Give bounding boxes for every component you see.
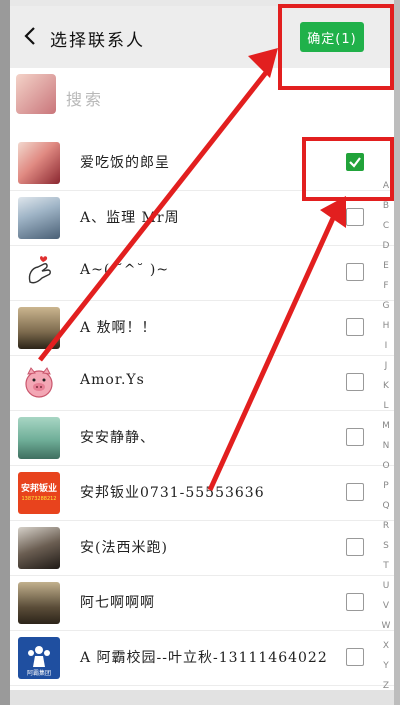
index-letter[interactable]: O (379, 456, 393, 476)
contact-checkbox[interactable] (346, 483, 364, 501)
contact-checkbox[interactable] (346, 648, 364, 666)
avatar-brand-text: 阿霸集团 (26, 670, 51, 677)
page-title: 选择联系人 (50, 31, 145, 51)
contact-row[interactable]: 安(法西米跑) (10, 521, 394, 576)
contact-checkbox[interactable] (346, 538, 364, 556)
index-letter[interactable]: W (379, 616, 393, 636)
device-frame-right (394, 0, 400, 705)
pig-icon (25, 367, 53, 398)
index-letter[interactable]: X (379, 636, 393, 656)
contact-row[interactable]: 安安静静、 (10, 411, 394, 466)
back-button[interactable] (18, 24, 42, 48)
index-letter[interactable]: P (379, 476, 393, 496)
index-letter[interactable]: L (379, 396, 393, 416)
index-letter[interactable]: S (379, 536, 393, 556)
index-letter[interactable]: Q (379, 496, 393, 516)
index-letter[interactable]: T (379, 556, 393, 576)
index-letter[interactable]: Y (379, 656, 393, 676)
contact-avatar (18, 197, 60, 239)
index-letter[interactable]: U (379, 576, 393, 596)
contact-name: 爱吃饭的郎呈 (80, 155, 170, 171)
contact-checkbox[interactable] (346, 373, 364, 391)
people-group-icon (28, 646, 50, 667)
avatar-brand-text: 安邦钣业 (20, 483, 57, 494)
contact-avatar (18, 252, 60, 294)
index-letter[interactable]: H (379, 316, 393, 336)
index-letter[interactable]: V (379, 596, 393, 616)
contact-avatar (18, 582, 60, 624)
contact-name: 安安静静、 (80, 430, 155, 446)
index-letter[interactable]: R (379, 516, 393, 536)
finger-heart-icon (28, 256, 51, 284)
contact-checkbox[interactable] (346, 428, 364, 446)
index-letter[interactable]: N (379, 436, 393, 456)
contact-name: 阿七啊啊啊 (80, 595, 155, 611)
contact-row[interactable]: Amor.Ys (10, 356, 394, 411)
chevron-left-icon (24, 27, 35, 45)
contact-checkbox[interactable] (346, 263, 364, 281)
search-input[interactable]: 搜索 (66, 86, 104, 110)
contact-checkbox[interactable] (346, 208, 364, 226)
contact-list[interactable]: 爱吃饭的郎呈 A、监理 Mr周 A~( ˘^˘ )~ A 敖啊！！ Amor.Y… (10, 136, 394, 690)
index-letter[interactable]: G (379, 296, 393, 316)
contact-name: 安(法西米跑) (80, 540, 168, 556)
index-letter[interactable]: J (379, 356, 393, 376)
contact-avatar (18, 527, 60, 569)
contact-name: A 阿霸校园--叶立秋-13111464022 (80, 650, 328, 666)
contact-name: A 敖啊！！ (80, 320, 157, 336)
contact-avatar (18, 307, 60, 349)
contact-avatar: 安邦钣业 13873288212 (18, 472, 60, 514)
contact-avatar (18, 362, 60, 404)
highlight-box-checkbox (302, 137, 394, 201)
alphabet-index[interactable]: A B C D E F G H I J K L M N O P Q R S T … (379, 176, 393, 696)
index-letter[interactable]: E (379, 256, 393, 276)
selected-contact-avatar[interactable] (16, 74, 56, 114)
contact-row[interactable]: A 敖啊！！ (10, 301, 394, 356)
contact-avatar (18, 417, 60, 459)
device-frame-left (0, 0, 10, 705)
contact-name: Amor.Ys (80, 372, 145, 388)
contact-avatar (18, 142, 60, 184)
contact-row[interactable]: 阿七啊啊啊 (10, 576, 394, 631)
contact-avatar: 阿霸集团 (18, 637, 60, 679)
contact-row[interactable]: A~( ˘^˘ )~ (10, 246, 394, 301)
contact-name: A~( ˘^˘ )~ (80, 262, 170, 278)
index-letter[interactable]: I (379, 336, 393, 356)
contact-checkbox[interactable] (346, 593, 364, 611)
contact-name: A、监理 Mr周 (80, 210, 180, 226)
list-divider (10, 124, 394, 136)
bottom-bar (10, 690, 394, 705)
avatar-phone-text: 13873288212 (21, 495, 57, 502)
contact-row[interactable]: 阿霸集团 A 阿霸校园--叶立秋-13111464022 (10, 631, 394, 686)
contact-name: 安邦钣业0731-55553636 (80, 485, 265, 501)
contact-row[interactable]: 安邦钣业 13873288212 安邦钣业0731-55553636 (10, 466, 394, 521)
index-letter[interactable]: D (379, 236, 393, 256)
index-letter[interactable]: F (379, 276, 393, 296)
index-letter[interactable]: C (379, 216, 393, 236)
index-letter[interactable]: M (379, 416, 393, 436)
highlight-box-confirm (278, 4, 394, 90)
contact-checkbox[interactable] (346, 318, 364, 336)
index-letter[interactable]: K (379, 376, 393, 396)
